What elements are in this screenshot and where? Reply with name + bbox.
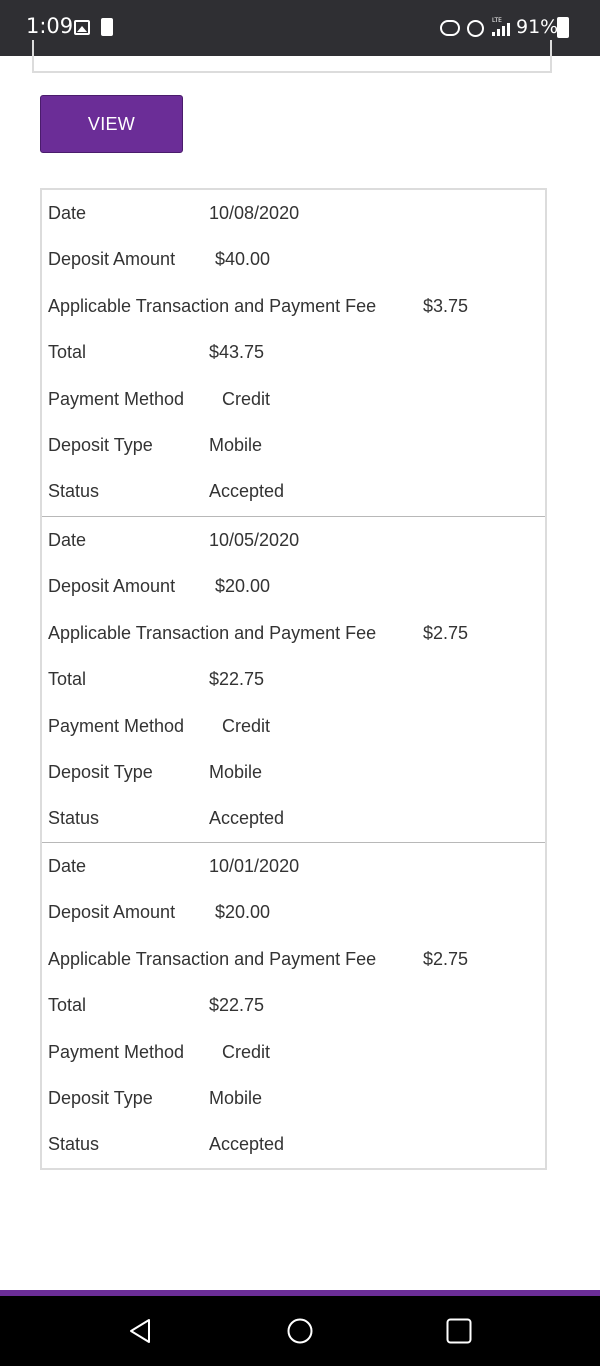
payment-method-label: Payment Method [48, 1042, 185, 1062]
network-type-label: LTE [492, 17, 502, 24]
deposit-type-value: Mobile [209, 435, 263, 455]
home-icon[interactable] [285, 1316, 315, 1346]
status-value: Accepted [209, 481, 285, 501]
fee-label: Applicable Transaction and Payment Fee [48, 949, 377, 969]
deposit-amount-value: $20.00 [215, 576, 271, 596]
date-label: Date [48, 856, 87, 876]
date-label: Date [48, 203, 87, 223]
payment-method-value: Credit [222, 389, 271, 409]
status-label: Status [48, 1134, 100, 1154]
deposit-type-label: Deposit Type [48, 435, 153, 455]
total-label: Total [48, 995, 87, 1015]
date-value: 10/08/2020 [209, 203, 300, 223]
total-value: $43.75 [209, 342, 265, 362]
fee-label: Applicable Transaction and Payment Fee [48, 296, 377, 316]
fee-label: Applicable Transaction and Payment Fee [48, 623, 377, 643]
deposit-type-value: Mobile [209, 762, 263, 782]
volte-icon [440, 20, 460, 36]
view-button[interactable]: VIEW [40, 95, 183, 153]
status-label: Status [48, 481, 100, 501]
deposit-record: Date 10/08/2020 Deposit Amount $40.00 Applic… [42, 190, 545, 516]
view-button-label: VIEW [87, 113, 136, 134]
navigation-bar [0, 1296, 600, 1366]
payment-method-label: Payment Method [48, 389, 185, 409]
status-value: Accepted [209, 808, 285, 828]
payment-method-label: Payment Method [48, 716, 185, 736]
deposit-type-label: Deposit Type [48, 762, 153, 782]
deposit-record: Date 10/05/2020 Deposit Amount $20.00 Applic… [42, 516, 545, 843]
status-time: 1:09 [26, 14, 74, 38]
deposit-amount-value: $20.00 [215, 902, 271, 922]
status-label: Status [48, 808, 100, 828]
deposit-type-label: Deposit Type [48, 1088, 153, 1108]
deposit-history-list: Date 10/08/2020 Deposit Amount $40.00 Applic… [40, 188, 547, 1170]
fee-value: $2.75 [423, 949, 469, 969]
deposit-type-value: Mobile [209, 1088, 263, 1108]
fee-value: $2.75 [423, 623, 469, 643]
deposit-amount-label: Deposit Amount [48, 902, 176, 922]
total-value: $22.75 [209, 669, 265, 689]
alarm-icon [467, 20, 484, 37]
deposit-record: Date 10/01/2020 Deposit Amount $20.00 Applic… [42, 842, 545, 1169]
deposit-amount-value: $40.00 [215, 249, 271, 269]
deposit-amount-label: Deposit Amount [48, 249, 176, 269]
date-value: 10/05/2020 [209, 530, 300, 550]
date-value: 10/01/2020 [209, 856, 300, 876]
previous-panel [32, 40, 552, 73]
battery-icon [557, 17, 569, 38]
recents-icon[interactable] [444, 1316, 474, 1346]
payment-method-value: Credit [222, 716, 271, 736]
image-icon [74, 20, 90, 35]
battery-percent: 91% [516, 16, 559, 38]
fee-value: $3.75 [423, 296, 469, 316]
status-value: Accepted [209, 1134, 285, 1154]
battery-saver-icon [101, 18, 113, 36]
total-label: Total [48, 342, 87, 362]
deposit-amount-label: Deposit Amount [48, 576, 176, 596]
back-icon[interactable] [126, 1316, 156, 1346]
signal-icon: LTE [492, 17, 510, 36]
total-label: Total [48, 669, 87, 689]
payment-method-value: Credit [222, 1042, 271, 1062]
date-label: Date [48, 530, 87, 550]
total-value: $22.75 [209, 995, 265, 1015]
